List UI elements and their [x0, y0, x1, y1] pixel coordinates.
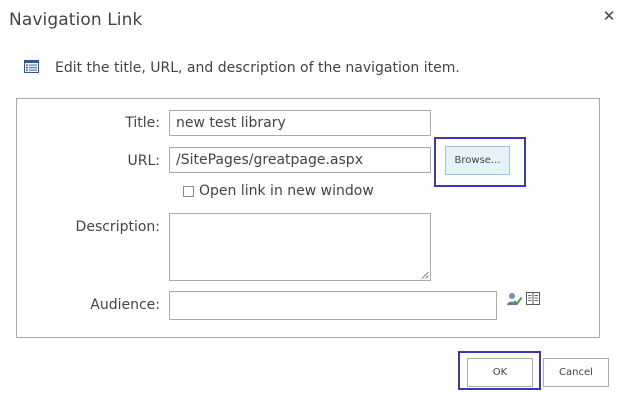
close-icon[interactable]: ✕	[601, 7, 617, 25]
url-label: URL:	[127, 153, 161, 169]
address-book-icon[interactable]	[526, 292, 540, 305]
audience-label: Audience:	[90, 297, 160, 313]
cancel-button[interactable]: Cancel	[543, 358, 609, 387]
resize-grip-icon[interactable]	[421, 271, 429, 279]
title-input[interactable]	[169, 110, 431, 136]
list-page-icon	[24, 60, 39, 73]
title-label: Title:	[125, 115, 160, 131]
ok-button[interactable]: OK	[467, 358, 533, 387]
description-textarea[interactable]	[169, 213, 431, 281]
url-input[interactable]	[169, 147, 431, 173]
dialog-title: Navigation Link	[9, 10, 143, 30]
instruction-text: Edit the title, URL, and description of …	[55, 60, 460, 76]
open-new-window-label[interactable]: Open link in new window	[199, 183, 374, 199]
description-label: Description:	[75, 219, 160, 235]
browse-button[interactable]: Browse...	[445, 146, 510, 175]
open-new-window-checkbox[interactable]	[183, 186, 194, 197]
people-picker-check-icon[interactable]	[506, 291, 522, 307]
audience-input[interactable]	[169, 291, 497, 320]
